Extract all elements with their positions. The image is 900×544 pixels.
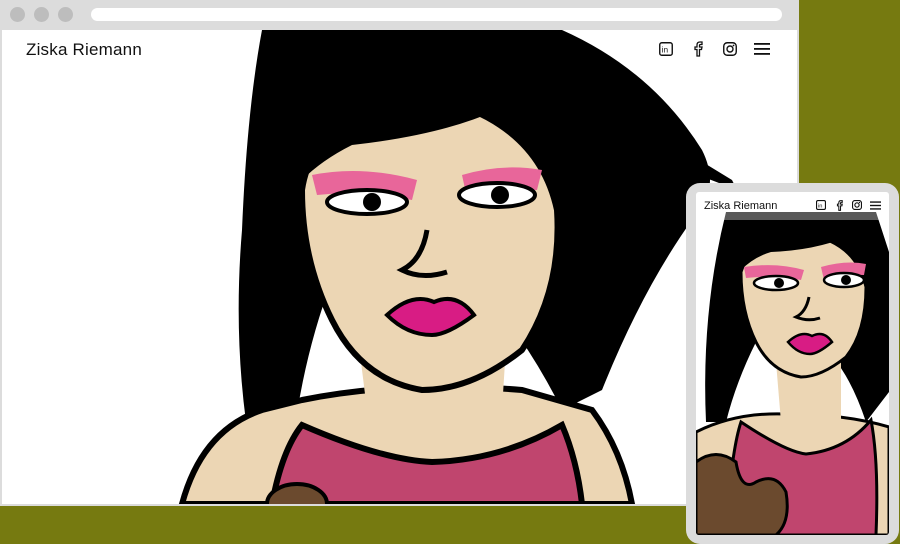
pupil-left — [363, 193, 381, 211]
hero-illustration — [178, 30, 737, 504]
face-shape — [298, 107, 561, 394]
instagram-icon[interactable] — [721, 40, 739, 58]
mobile-social-nav: in — [815, 199, 881, 211]
linkedin-icon[interactable]: in — [657, 40, 675, 58]
svg-text:in: in — [818, 204, 822, 210]
menu-icon[interactable] — [869, 199, 881, 211]
mobile-pupil-left — [774, 278, 784, 288]
desktop-viewport: Ziska Riemann in — [2, 30, 797, 504]
mobile-hero-illustration — [696, 212, 889, 535]
window-minimize-dot[interactable] — [34, 7, 49, 22]
mobile-frame: Ziska Riemann in — [686, 183, 899, 544]
window-maximize-dot[interactable] — [58, 7, 73, 22]
linkedin-icon[interactable]: in — [815, 199, 827, 211]
facebook-icon[interactable] — [689, 40, 707, 58]
desktop-browser-frame: Ziska Riemann in — [0, 0, 799, 506]
menu-icon[interactable] — [753, 40, 771, 58]
browser-toolbar — [0, 0, 799, 30]
mobile-pupil-right — [841, 275, 851, 285]
address-bar[interactable] — [91, 8, 782, 21]
mobile-viewport: Ziska Riemann in — [696, 192, 889, 535]
window-close-dot[interactable] — [10, 7, 25, 22]
instagram-icon[interactable] — [851, 199, 863, 211]
social-nav: in — [657, 40, 771, 58]
facebook-icon[interactable] — [833, 199, 845, 211]
pupil-right — [491, 186, 509, 204]
site-title[interactable]: Ziska Riemann — [26, 40, 142, 60]
svg-text:in: in — [662, 46, 668, 55]
mobile-site-title[interactable]: Ziska Riemann — [704, 200, 777, 212]
